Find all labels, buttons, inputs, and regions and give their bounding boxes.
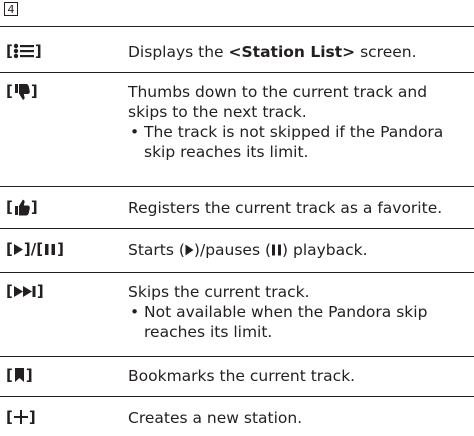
row-description: Creates a new station. — [128, 409, 303, 427]
row-separator — [0, 396, 474, 397]
note-bullet: • The track is not skipped if the Pandor… — [130, 123, 444, 161]
row-separator — [0, 186, 474, 187]
bookmark-icon[interactable]: [] — [6, 366, 33, 384]
row-description: Bookmarks the current track. — [128, 367, 356, 385]
row-description: Displays the <Station List> screen. — [128, 43, 417, 61]
row-description: Skips the current track. • Not available… — [128, 282, 468, 342]
row-separator — [0, 72, 474, 73]
pause-icon — [272, 244, 282, 256]
row-separator — [0, 356, 474, 357]
row-description: Thumbs down to the current track and ski… — [128, 82, 468, 162]
play-icon — [185, 244, 194, 256]
row-separator — [0, 272, 474, 273]
thumbs-up-icon[interactable]: [ ] — [6, 198, 38, 216]
step-number-box: 4 — [4, 2, 18, 16]
row-description: Registers the current track as a favorit… — [128, 199, 443, 217]
skip-icon[interactable]: [ ] — [6, 282, 44, 300]
table-top-rule — [0, 26, 474, 27]
note-bullet: • Not available when the Pandora skip re… — [130, 303, 428, 341]
row-separator — [0, 228, 474, 229]
play-pause-icon[interactable]: []/[] — [6, 240, 64, 258]
new-station-icon[interactable]: [] — [6, 408, 36, 426]
row-description: Starts ()/pauses () playback. — [128, 241, 368, 259]
station-list-icon[interactable]: [ ] — [6, 42, 42, 60]
thumbs-down-icon[interactable]: [ ] — [6, 82, 38, 100]
